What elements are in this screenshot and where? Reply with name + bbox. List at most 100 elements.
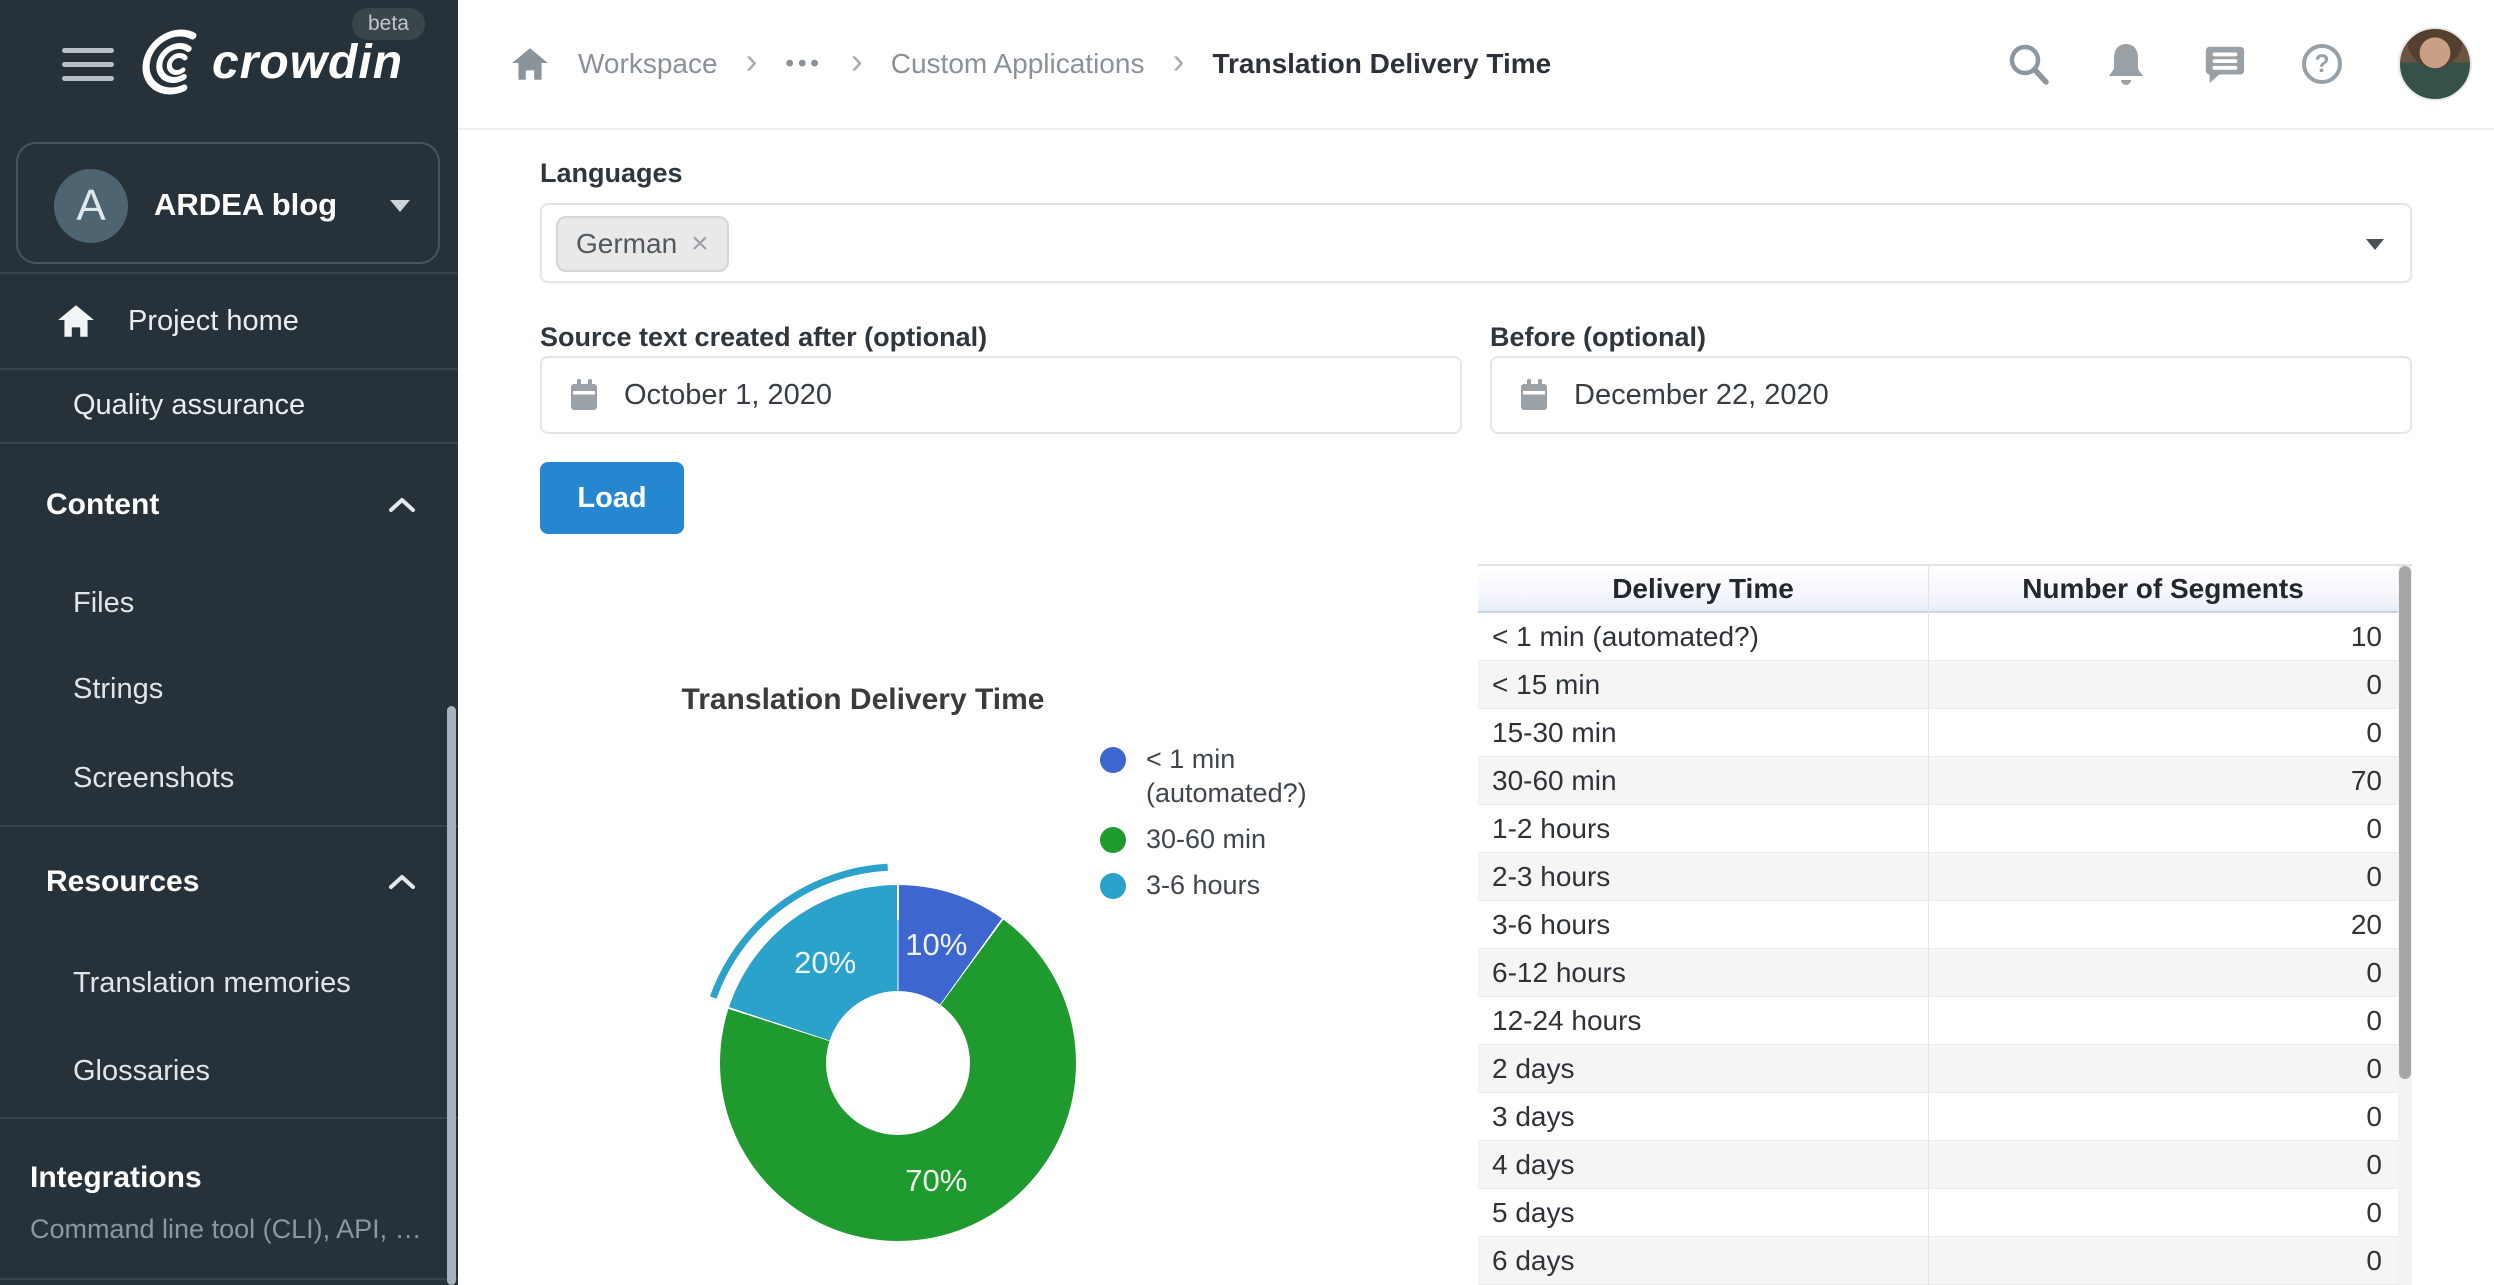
legend-label: 3-6 hours — [1146, 868, 1260, 902]
sidebar-item-screenshots[interactable]: Screenshots — [0, 735, 456, 821]
table-header-delivery-time[interactable]: Delivery Time — [1478, 566, 1928, 611]
sidebar-section-content[interactable]: Content — [0, 470, 456, 540]
table-row[interactable]: 5 days0 — [1478, 1189, 2398, 1237]
calendar-icon — [1518, 378, 1550, 412]
table-row[interactable]: 2-3 hours0 — [1478, 853, 2398, 901]
languages-label: Languages — [540, 158, 683, 189]
home-icon — [56, 303, 96, 339]
before-date-input[interactable]: December 22, 2020 — [1490, 356, 2412, 434]
before-date-value: December 22, 2020 — [1574, 379, 1829, 412]
hamburger-menu-icon[interactable] — [62, 48, 114, 84]
table-row[interactable]: 3-6 hours20 — [1478, 901, 2398, 949]
chevron-up-icon — [388, 497, 416, 513]
table-header-number-of-segments[interactable]: Number of Segments — [1928, 566, 2398, 611]
after-date-input[interactable]: October 1, 2020 — [540, 356, 1462, 434]
sidebar-section-integrations: Integrations — [0, 1143, 456, 1213]
table-cell-label: 4 days — [1478, 1141, 1928, 1188]
topbar-icons: ? — [2006, 0, 2472, 128]
table-row[interactable]: 6-12 hours0 — [1478, 949, 2398, 997]
sidebar-item-strings[interactable]: Strings — [0, 646, 456, 732]
chart-legend: < 1 min (automated?) 30-60 min 3-6 hours — [1100, 742, 1321, 902]
project-avatar: A — [54, 169, 128, 243]
slice-percent-label: 70% — [905, 1163, 967, 1199]
table-cell-value: 0 — [1928, 949, 2398, 996]
load-button[interactable]: Load — [540, 462, 684, 534]
after-date-label: Source text created after (optional) — [540, 322, 987, 353]
sidebar-item-quality-assurance[interactable]: Quality assurance — [0, 369, 456, 442]
after-date-value: October 1, 2020 — [624, 379, 832, 412]
breadcrumb-item-workspace[interactable]: Workspace — [578, 48, 718, 80]
table-row[interactable]: 4 days0 — [1478, 1141, 2398, 1189]
legend-swatch-icon — [1100, 747, 1126, 773]
table-row[interactable]: 1-2 hours0 — [1478, 805, 2398, 853]
table-column-divider — [1928, 566, 1929, 1285]
table-row[interactable]: < 1 min (automated?)10 — [1478, 613, 2398, 661]
chevron-right-icon: › — [1172, 43, 1184, 85]
languages-select[interactable]: German × — [540, 203, 2412, 283]
delivery-time-table: Delivery Time Number of Segments < 1 min… — [1478, 564, 2412, 1285]
table-row[interactable]: < 15 min0 — [1478, 661, 2398, 709]
language-tag-label: German — [576, 228, 677, 260]
sidebar-item-files[interactable]: Files — [0, 560, 456, 646]
chevron-right-icon: › — [746, 43, 758, 85]
table-cell-label: < 1 min (automated?) — [1478, 613, 1928, 660]
chevron-up-icon — [388, 874, 416, 890]
sidebar-item-cli-api[interactable]: Command line tool (CLI), API, … — [0, 1204, 456, 1254]
notifications-bell-icon[interactable] — [2104, 41, 2148, 87]
donut-chart[interactable]: 10%70%20% — [720, 885, 1076, 1241]
language-tag-german: German × — [556, 216, 729, 272]
breadcrumb-item-custom-applications[interactable]: Custom Applications — [891, 48, 1145, 80]
chevron-right-icon: › — [851, 43, 863, 85]
table-cell-value: 0 — [1928, 661, 2398, 708]
legend-item[interactable]: < 1 min (automated?) — [1100, 742, 1321, 810]
table-cell-value: 0 — [1928, 1237, 2398, 1284]
table-row[interactable]: 2 days0 — [1478, 1045, 2398, 1093]
table-cell-value: 0 — [1928, 1189, 2398, 1236]
breadcrumb-item-ellipsis[interactable]: ••• — [786, 50, 823, 78]
legend-swatch-icon — [1100, 873, 1126, 899]
sidebar-scrollbar-thumb[interactable] — [447, 706, 456, 1285]
sidebar-section-resources[interactable]: Resources — [0, 847, 456, 917]
messages-icon[interactable] — [2202, 41, 2246, 87]
sidebar-item-project-home[interactable]: Project home — [0, 274, 456, 368]
table-row[interactable]: 6 days0 — [1478, 1237, 2398, 1285]
table-row[interactable]: 12-24 hours0 — [1478, 997, 2398, 1045]
remove-tag-icon[interactable]: × — [691, 229, 709, 259]
home-icon[interactable] — [510, 45, 550, 83]
select-caret-icon — [2366, 239, 2384, 250]
table-row[interactable]: 3 days0 — [1478, 1093, 2398, 1141]
help-icon[interactable]: ? — [2300, 41, 2344, 87]
logo-text: crowdin — [212, 36, 403, 89]
chevron-down-icon — [390, 200, 410, 212]
legend-label: < 1 min (automated?) — [1146, 742, 1321, 810]
search-icon[interactable] — [2006, 41, 2050, 87]
table-cell-label: 2-3 hours — [1478, 853, 1928, 900]
breadcrumb: Workspace › ••• › Custom Applications › … — [510, 0, 1551, 128]
sidebar: crowdin beta A ARDEA blog Project home Q… — [0, 0, 458, 1285]
beta-badge: beta — [352, 8, 425, 40]
slice-percent-label: 10% — [905, 927, 967, 963]
table-cell-value: 20 — [1928, 901, 2398, 948]
table-cell-label: 2 days — [1478, 1045, 1928, 1092]
table-cell-value: 0 — [1928, 997, 2398, 1044]
legend-item[interactable]: 3-6 hours — [1100, 868, 1321, 902]
table-cell-label: 5 days — [1478, 1189, 1928, 1236]
breadcrumb-current: Translation Delivery Time — [1212, 48, 1551, 80]
calendar-icon — [568, 378, 600, 412]
table-scrollbar-thumb[interactable] — [2399, 566, 2411, 1079]
topbar: Workspace › ••• › Custom Applications › … — [458, 0, 2494, 130]
table-body: < 1 min (automated?)10< 15 min015-30 min… — [1478, 613, 2398, 1285]
project-selector[interactable]: A ARDEA blog — [16, 142, 440, 264]
sidebar-item-translation-memories[interactable]: Translation memories — [0, 940, 456, 1026]
user-avatar[interactable] — [2398, 27, 2472, 101]
table-row[interactable]: 30-60 min70 — [1478, 757, 2398, 805]
donut-hole — [826, 991, 970, 1135]
table-cell-value: 0 — [1928, 1141, 2398, 1188]
sidebar-item-glossaries[interactable]: Glossaries — [0, 1028, 456, 1114]
legend-label: 30-60 min — [1146, 822, 1266, 856]
table-cell-value: 70 — [1928, 757, 2398, 804]
legend-item[interactable]: 30-60 min — [1100, 822, 1321, 856]
table-row[interactable]: 15-30 min0 — [1478, 709, 2398, 757]
sidebar-item-label: Quality assurance — [73, 389, 305, 422]
chart-title: Translation Delivery Time — [540, 683, 1186, 717]
